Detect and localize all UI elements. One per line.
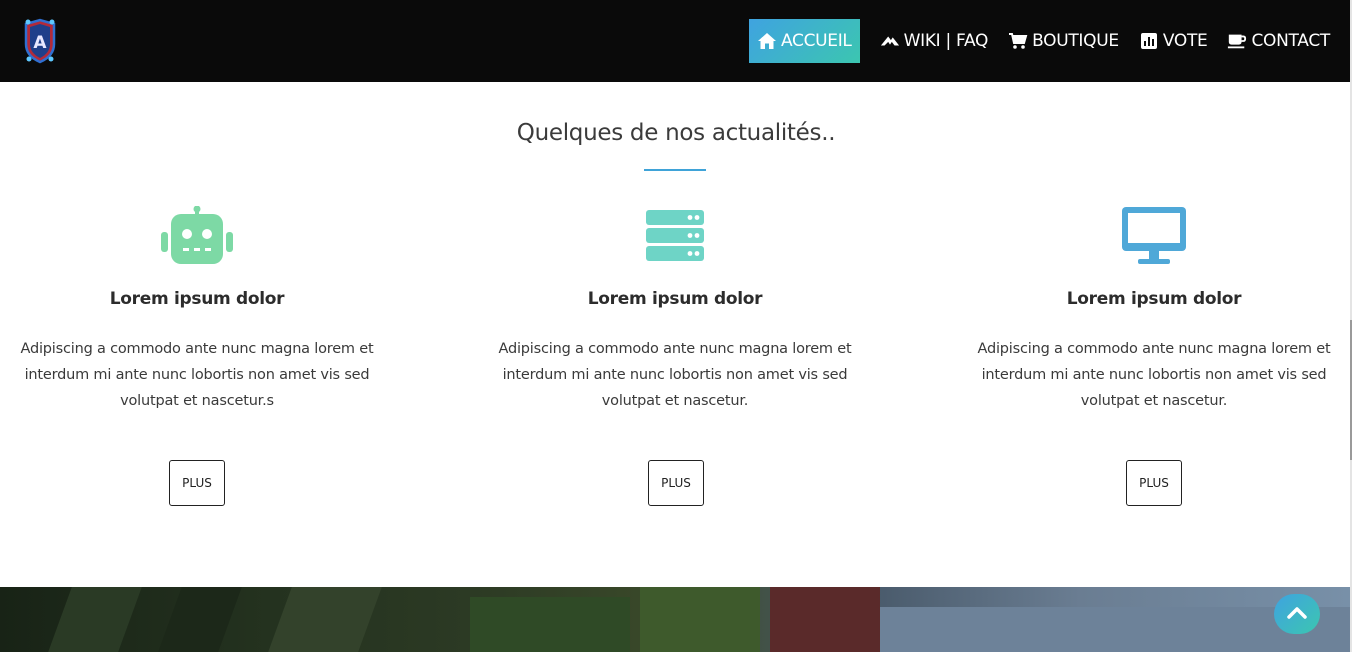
plus-button[interactable]: PLUS xyxy=(648,460,704,506)
svg-text:A: A xyxy=(33,33,47,53)
cart-icon xyxy=(1008,32,1028,50)
card-text: Adipiscing a commodo ante nunc magna lor… xyxy=(498,341,852,409)
home-icon xyxy=(757,32,777,50)
card-text: Adipiscing a commodo ante nunc magna lor… xyxy=(20,341,374,409)
nav-item-wiki[interactable]: WIKI | FAQ xyxy=(880,19,988,63)
chevron-up-icon xyxy=(1287,605,1307,624)
card-text: Adipiscing a commodo ante nunc magna lor… xyxy=(977,341,1331,409)
title-divider xyxy=(644,169,706,171)
robot-icon xyxy=(17,205,377,267)
plus-button[interactable]: PLUS xyxy=(1126,460,1182,506)
coffee-icon xyxy=(1227,32,1247,50)
server-icon xyxy=(495,205,855,267)
site-logo[interactable]: A xyxy=(22,18,58,64)
background-image-band xyxy=(0,587,1350,652)
nav-item-contact[interactable]: CONTACT xyxy=(1227,19,1330,63)
news-card: Lorem ipsum dolor Adipiscing a commodo a… xyxy=(974,205,1334,506)
news-card: Lorem ipsum dolor Adipiscing a commodo a… xyxy=(17,205,377,506)
plus-button[interactable]: PLUS xyxy=(169,460,225,506)
nav-item-accueil[interactable]: ACCUEIL xyxy=(748,19,860,63)
nav-label-boutique: BOUTIQUE xyxy=(1032,31,1119,51)
nav-label-accueil: ACCUEIL xyxy=(780,31,852,51)
nav-item-boutique[interactable]: BOUTIQUE xyxy=(1008,19,1119,63)
card-title: Lorem ipsum dolor xyxy=(587,289,763,309)
news-card: Lorem ipsum dolor Adipiscing a commodo a… xyxy=(495,205,855,506)
back-to-top-button[interactable] xyxy=(1274,594,1320,634)
main-nav: ACCUEIL WIKI | FAQ BOUTIQUE VOTE CONTACT xyxy=(748,19,1330,63)
nav-item-vote[interactable]: VOTE xyxy=(1139,19,1208,63)
desktop-icon xyxy=(974,205,1334,267)
nav-label-wiki: WIKI | FAQ xyxy=(903,31,989,51)
nav-label-contact: CONTACT xyxy=(1251,31,1330,51)
section-title: Quelques de nos actualités.. xyxy=(516,120,836,146)
bar-chart-icon xyxy=(1139,32,1159,50)
wiki-icon xyxy=(880,32,900,50)
top-navbar: A ACCUEIL WIKI | FAQ BOUTIQUE VOTE CONTA… xyxy=(0,0,1352,82)
nav-label-vote: VOTE xyxy=(1162,31,1208,51)
card-title: Lorem ipsum dolor xyxy=(1066,289,1242,309)
card-title: Lorem ipsum dolor xyxy=(109,289,285,309)
